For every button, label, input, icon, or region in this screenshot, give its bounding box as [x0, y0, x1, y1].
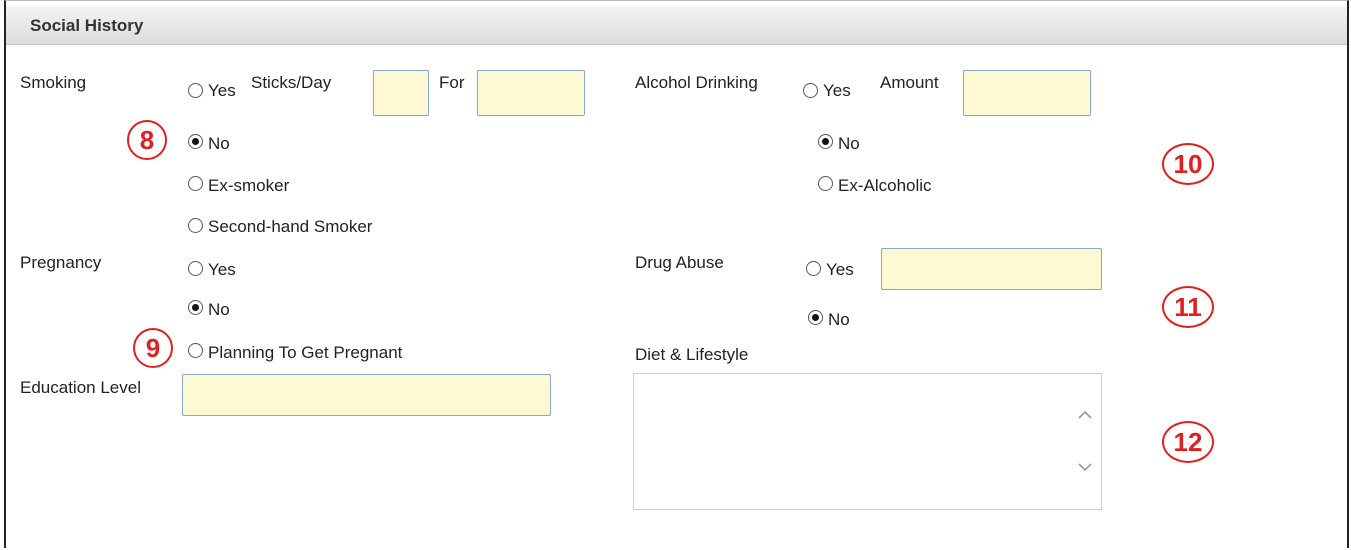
section-title: Social History: [30, 16, 144, 35]
scroll-up-icon[interactable]: [1078, 410, 1092, 420]
drug-abuse-detail-input[interactable]: [881, 248, 1102, 290]
pregnancy-no-radio[interactable]: [188, 300, 203, 315]
smoking-label: Smoking: [20, 73, 87, 92]
pregnancy-yes-label: Yes: [208, 260, 236, 279]
pregnancy-label: Pregnancy: [20, 253, 102, 272]
smoking-duration-input[interactable]: [477, 70, 585, 116]
alcohol-ex-alcoholic-label: Ex-Alcoholic: [838, 176, 932, 195]
education-level-input[interactable]: [182, 374, 551, 416]
smoking-no-label: No: [208, 134, 230, 153]
section-header: Social History: [6, 6, 1347, 45]
alcohol-no-label: No: [838, 134, 860, 153]
for-label: For: [439, 73, 465, 92]
smoking-second-hand-label: Second-hand Smoker: [208, 217, 373, 236]
alcohol-amount-input[interactable]: [963, 70, 1091, 116]
pregnancy-no-label: No: [208, 300, 230, 319]
smoking-yes-radio[interactable]: [188, 83, 203, 98]
alcohol-ex-alcoholic-radio[interactable]: [818, 176, 833, 191]
pregnancy-planning-label: Planning To Get Pregnant: [208, 343, 403, 362]
diet-lifestyle-textarea[interactable]: [633, 373, 1102, 510]
drug-abuse-label: Drug Abuse: [635, 253, 724, 272]
pregnancy-yes-radio[interactable]: [188, 261, 203, 276]
annotation-badge-8: 8: [127, 120, 167, 160]
amount-label: Amount: [880, 73, 939, 92]
scroll-down-icon[interactable]: [1078, 462, 1092, 472]
sticks-per-day-label: Sticks/Day: [251, 73, 332, 92]
drug-abuse-no-radio[interactable]: [808, 310, 823, 325]
smoking-no-radio[interactable]: [188, 134, 203, 149]
smoking-second-hand-radio[interactable]: [188, 218, 203, 233]
drug-abuse-no-label: No: [828, 310, 850, 329]
annotation-badge-12: 12: [1162, 421, 1214, 463]
alcohol-yes-radio[interactable]: [803, 83, 818, 98]
sticks-per-day-input[interactable]: [373, 70, 429, 116]
alcohol-no-radio[interactable]: [818, 134, 833, 149]
smoking-ex-smoker-radio[interactable]: [188, 176, 203, 191]
annotation-badge-9: 9: [133, 328, 173, 368]
annotation-badge-10: 10: [1162, 143, 1214, 185]
alcohol-label: Alcohol Drinking: [635, 73, 758, 92]
education-level-label: Education Level: [20, 378, 141, 397]
alcohol-yes-label: Yes: [823, 81, 851, 100]
annotation-badge-11: 11: [1162, 286, 1214, 328]
diet-lifestyle-label: Diet & Lifestyle: [635, 345, 749, 364]
smoking-yes-label: Yes: [208, 81, 236, 100]
drug-abuse-yes-radio[interactable]: [806, 261, 821, 276]
pregnancy-planning-radio[interactable]: [188, 343, 203, 358]
smoking-ex-smoker-label: Ex-smoker: [208, 176, 290, 195]
drug-abuse-yes-label: Yes: [826, 260, 854, 279]
